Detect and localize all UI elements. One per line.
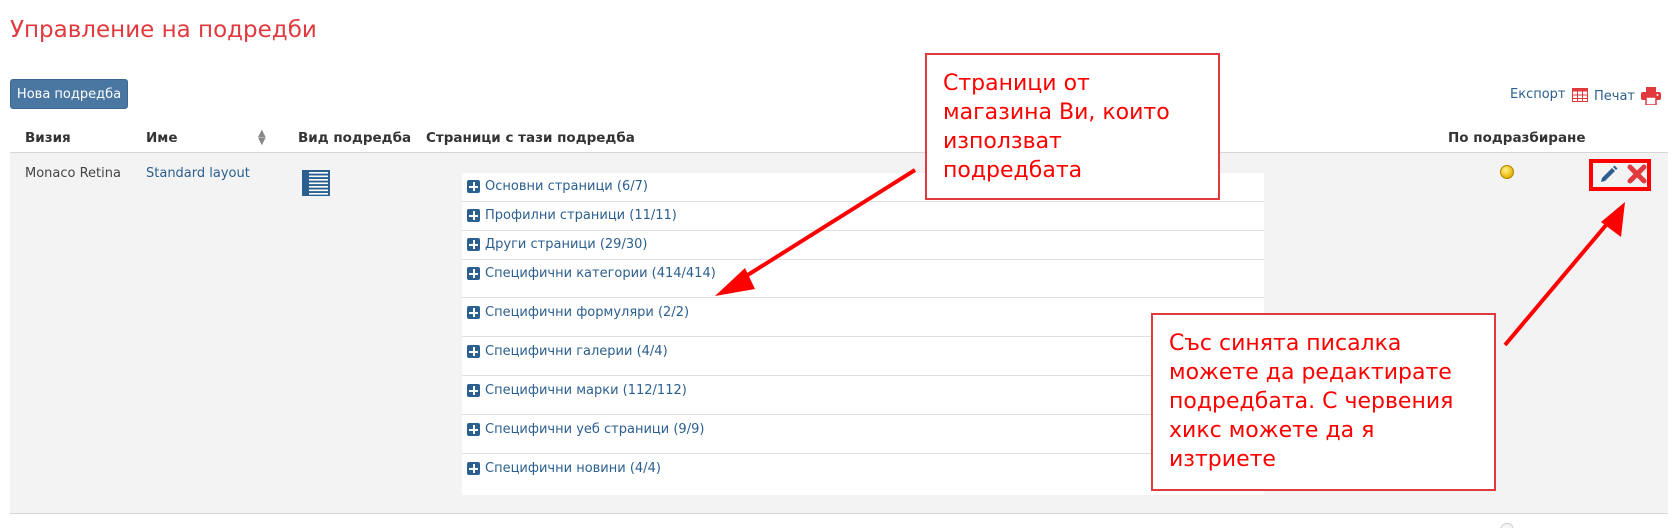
pages-arrow: [733, 168, 917, 285]
annotation-arrows: [715, 168, 1625, 347]
actions-arrow: [1503, 216, 1614, 347]
layouts-management-page: Управление на подредби Нова подредба Екс…: [0, 0, 1678, 528]
actions-arrow-head: [1601, 202, 1625, 237]
